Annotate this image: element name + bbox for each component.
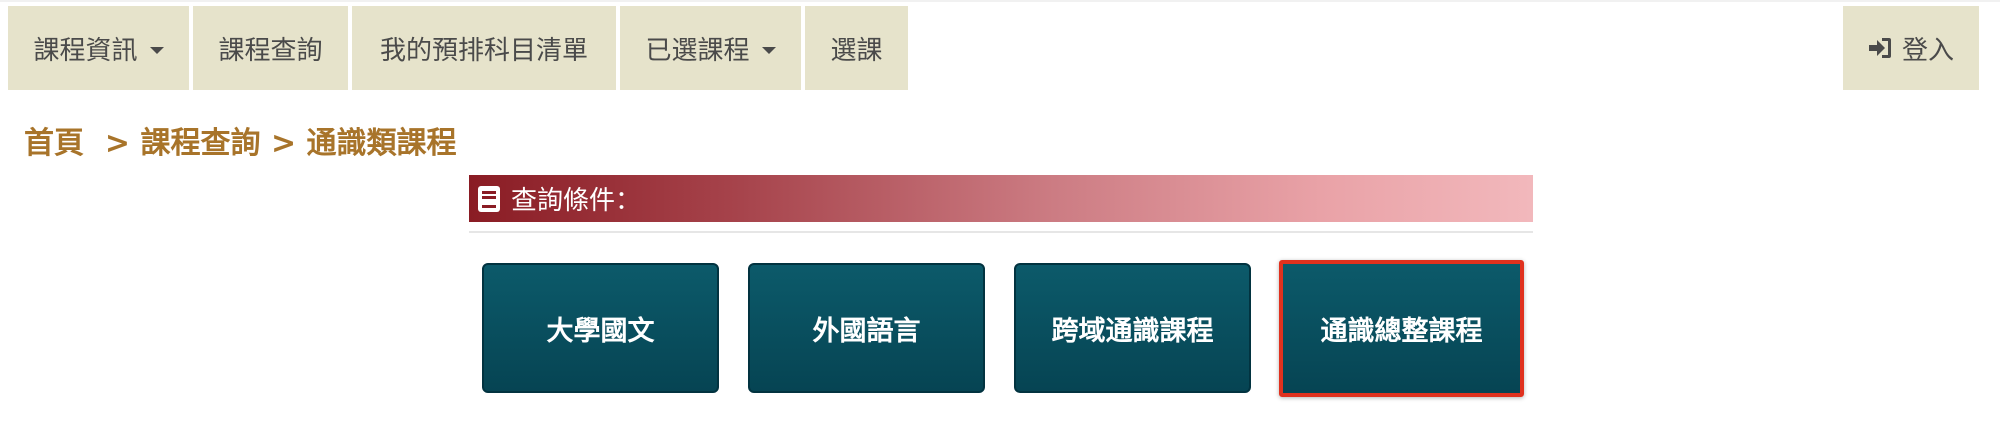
nav-selected-courses-label: 已選課程 (645, 35, 750, 66)
breadcrumb-course-search[interactable]: 課程查詢 (140, 126, 260, 161)
category-label: 跨域通識課程 (1051, 315, 1214, 347)
category-label: 通識總整課程 (1320, 316, 1483, 347)
nav-my-planned-list[interactable]: 我的預排科目清單 (352, 6, 616, 90)
nav-my-planned-list-label: 我的預排科目清單 (379, 35, 588, 66)
divider (469, 231, 1533, 233)
breadcrumb-home[interactable]: 首頁 (24, 126, 84, 161)
login-button[interactable]: 登入 (1843, 6, 1979, 90)
category-label: 外國語言 (812, 315, 921, 347)
nav-course-search-label: 課程查詢 (218, 35, 323, 66)
nav-course-selection[interactable]: 選課 (805, 6, 908, 90)
category-label: 大學國文 (546, 315, 655, 347)
breadcrumb: 首頁 > 課程查詢 > 通識類課程 (24, 118, 457, 162)
breadcrumb-separator: > (104, 126, 131, 161)
sign-in-icon (1868, 37, 1892, 59)
nav-course-selection-label: 選課 (830, 35, 883, 66)
nav-course-search[interactable]: 課程查詢 (193, 6, 348, 90)
book-icon (477, 185, 501, 213)
top-navbar: 課程資訊 課程查詢 我的預排科目清單 已選課程 選課 登入 (0, 0, 2000, 94)
category-capstone-button[interactable]: 通識總整課程 (1279, 260, 1524, 397)
category-chinese-button[interactable]: 大學國文 (482, 263, 719, 393)
query-conditions-header: 查詢條件： (469, 175, 1533, 222)
chevron-down-icon (761, 46, 776, 54)
login-label: 登入 (1901, 35, 1954, 66)
breadcrumb-current: 通識類課程 (306, 126, 457, 161)
query-conditions-title: 查詢條件： (511, 186, 642, 216)
nav-selected-courses[interactable]: 已選課程 (620, 6, 801, 90)
nav-course-info[interactable]: 課程資訊 (8, 6, 189, 90)
category-interdisciplinary-button[interactable]: 跨域通識課程 (1014, 263, 1251, 393)
chevron-down-icon (149, 46, 164, 54)
nav-course-info-label: 課程資訊 (33, 35, 138, 66)
breadcrumb-separator: > (270, 126, 297, 161)
category-foreign-language-button[interactable]: 外國語言 (748, 263, 985, 393)
